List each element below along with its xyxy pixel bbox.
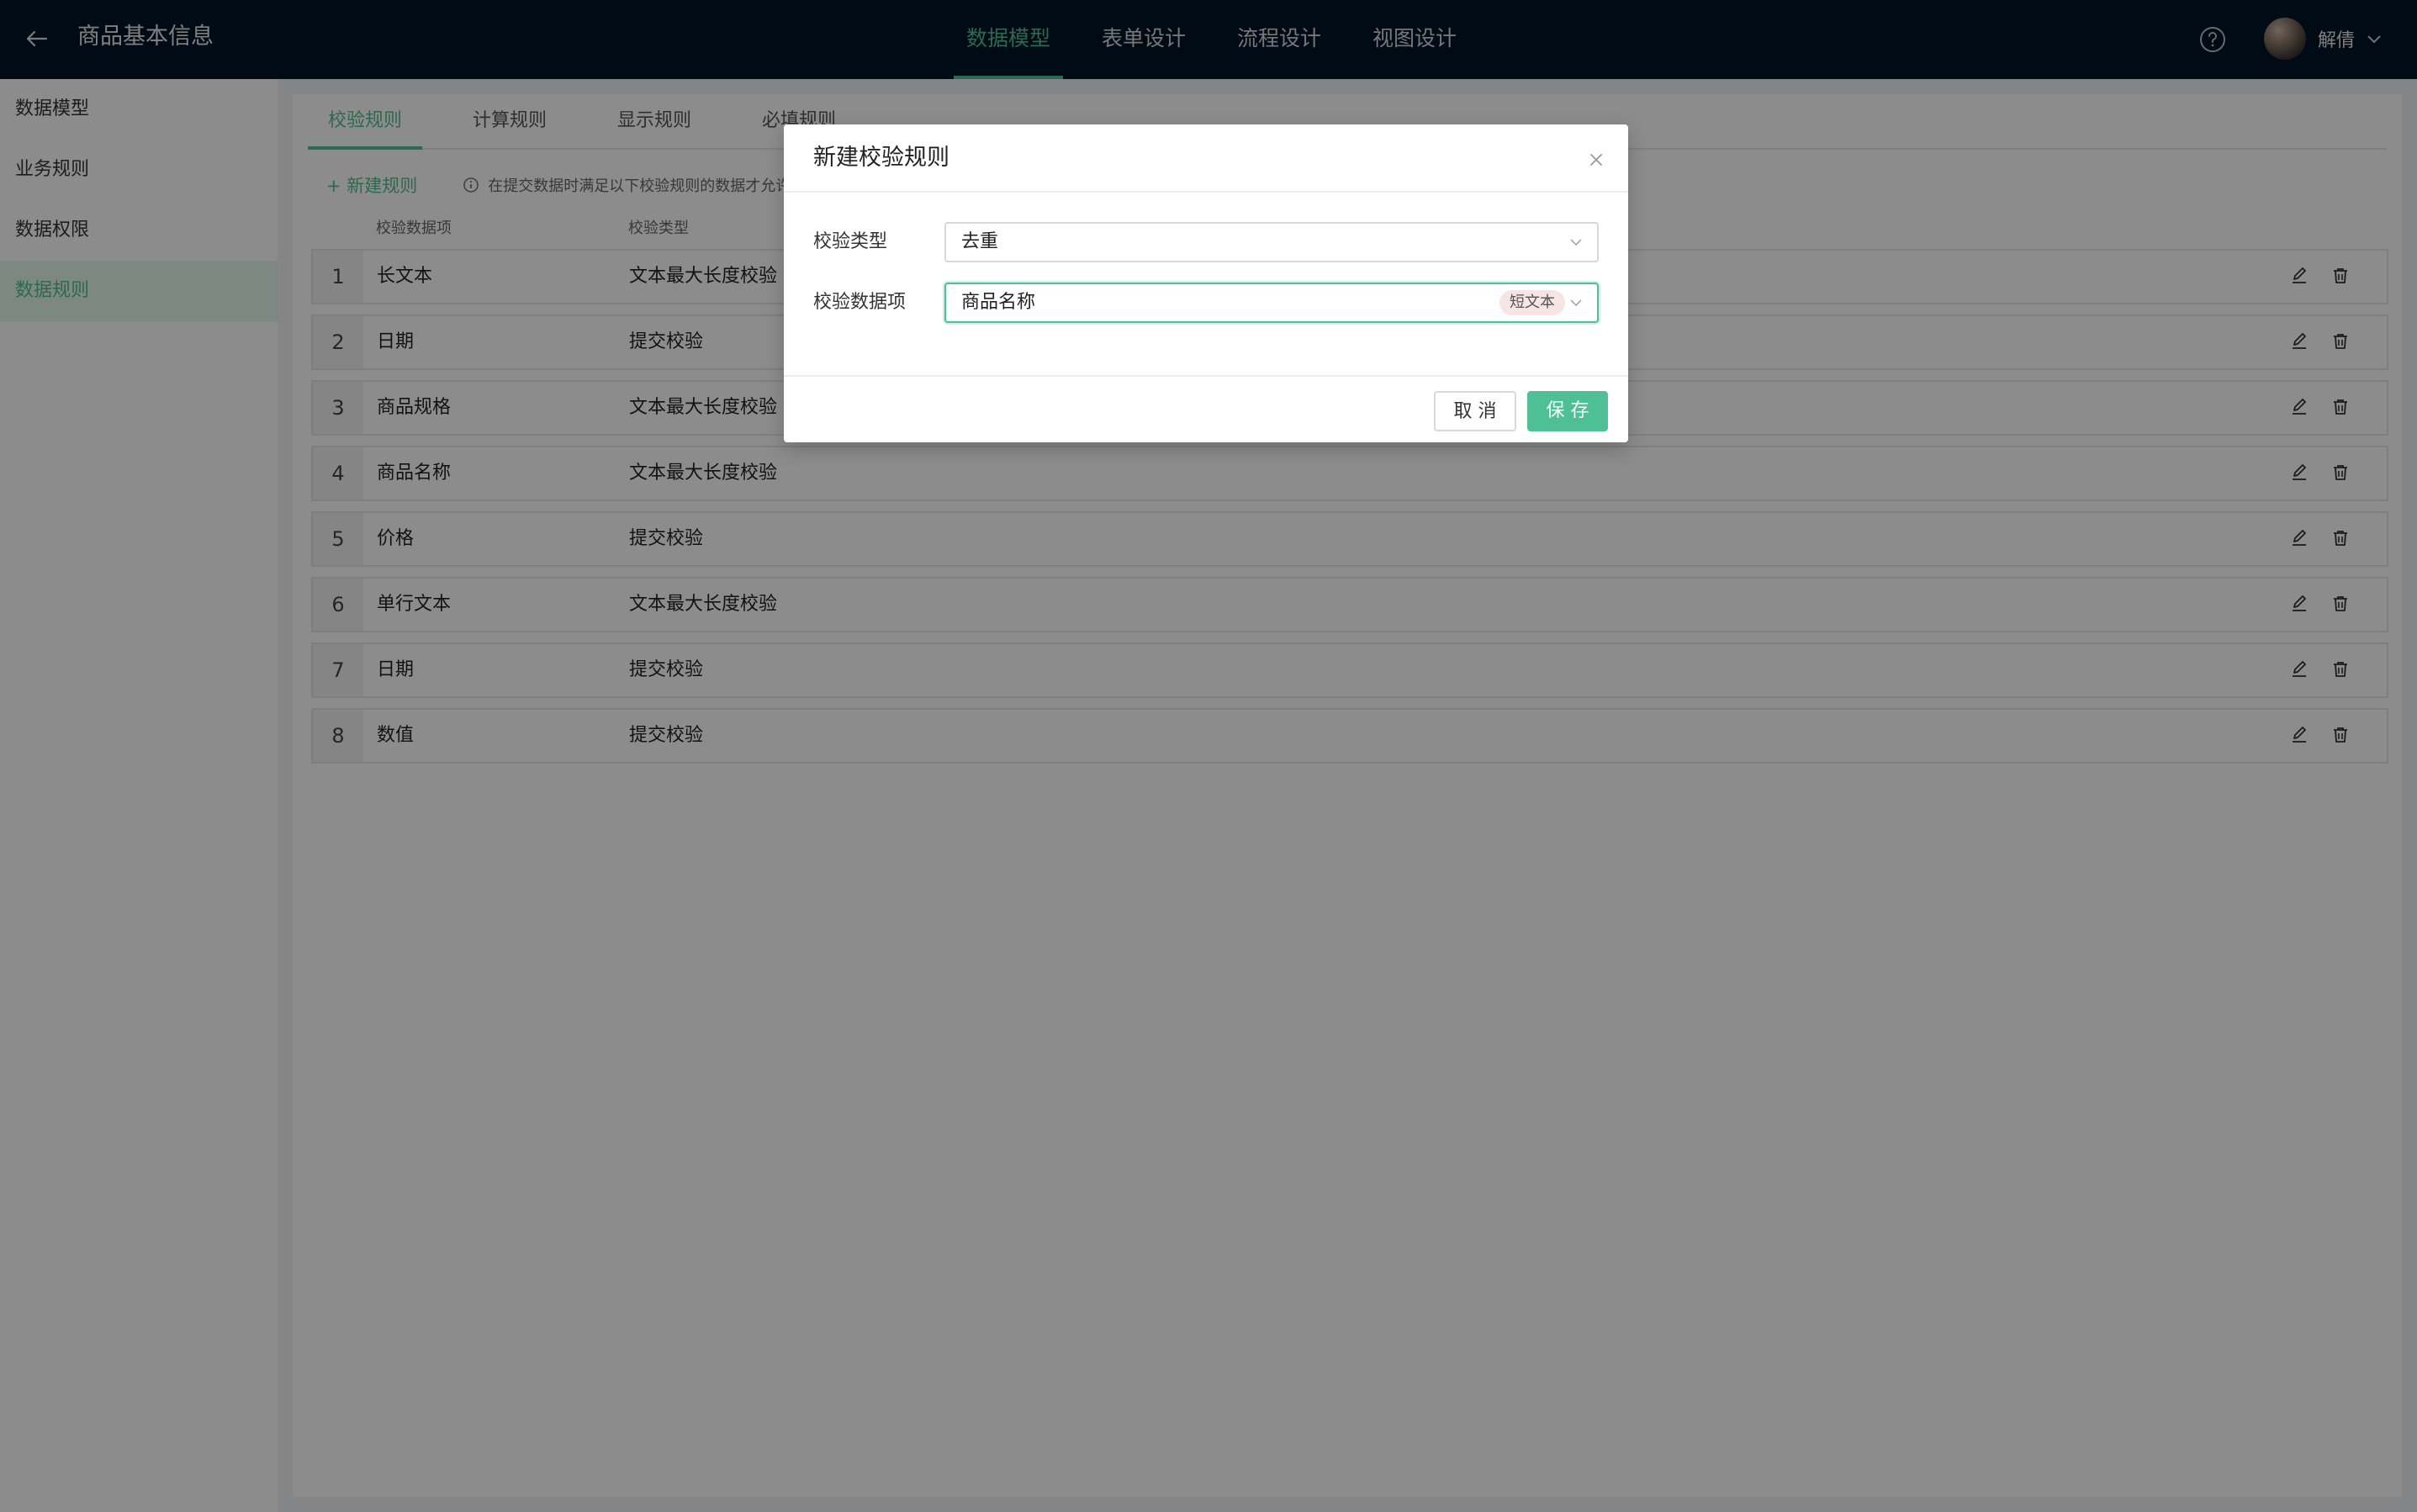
- validation-type-label: 校验类型: [813, 231, 888, 252]
- dialog-footer: 取 消 保 存: [784, 375, 1628, 442]
- validation-field-row: 校验数据项 商品名称 短文本: [813, 283, 1599, 323]
- chevron-down-icon: [1568, 295, 1584, 310]
- validation-type-select[interactable]: 去重: [944, 222, 1599, 262]
- validation-field-label: 校验数据项: [813, 292, 907, 313]
- cancel-button[interactable]: 取 消: [1434, 391, 1516, 431]
- new-validation-rule-dialog: 新建校验规则 校验类型 去重 校验数据项 商品名称 短文本 取 消 保 存: [784, 124, 1628, 442]
- dialog-title: 新建校验规则: [813, 145, 949, 171]
- dialog-header: 新建校验规则: [784, 124, 1628, 193]
- validation-field-select[interactable]: 商品名称 短文本: [944, 283, 1599, 323]
- validation-type-row: 校验类型 去重: [813, 222, 1599, 262]
- validation-type-value: 去重: [961, 231, 999, 252]
- chevron-down-icon: [1568, 235, 1584, 250]
- close-icon[interactable]: [1584, 148, 1608, 172]
- save-button[interactable]: 保 存: [1527, 391, 1608, 431]
- field-type-tag: 短文本: [1499, 290, 1565, 315]
- validation-field-value: 商品名称: [961, 292, 1036, 313]
